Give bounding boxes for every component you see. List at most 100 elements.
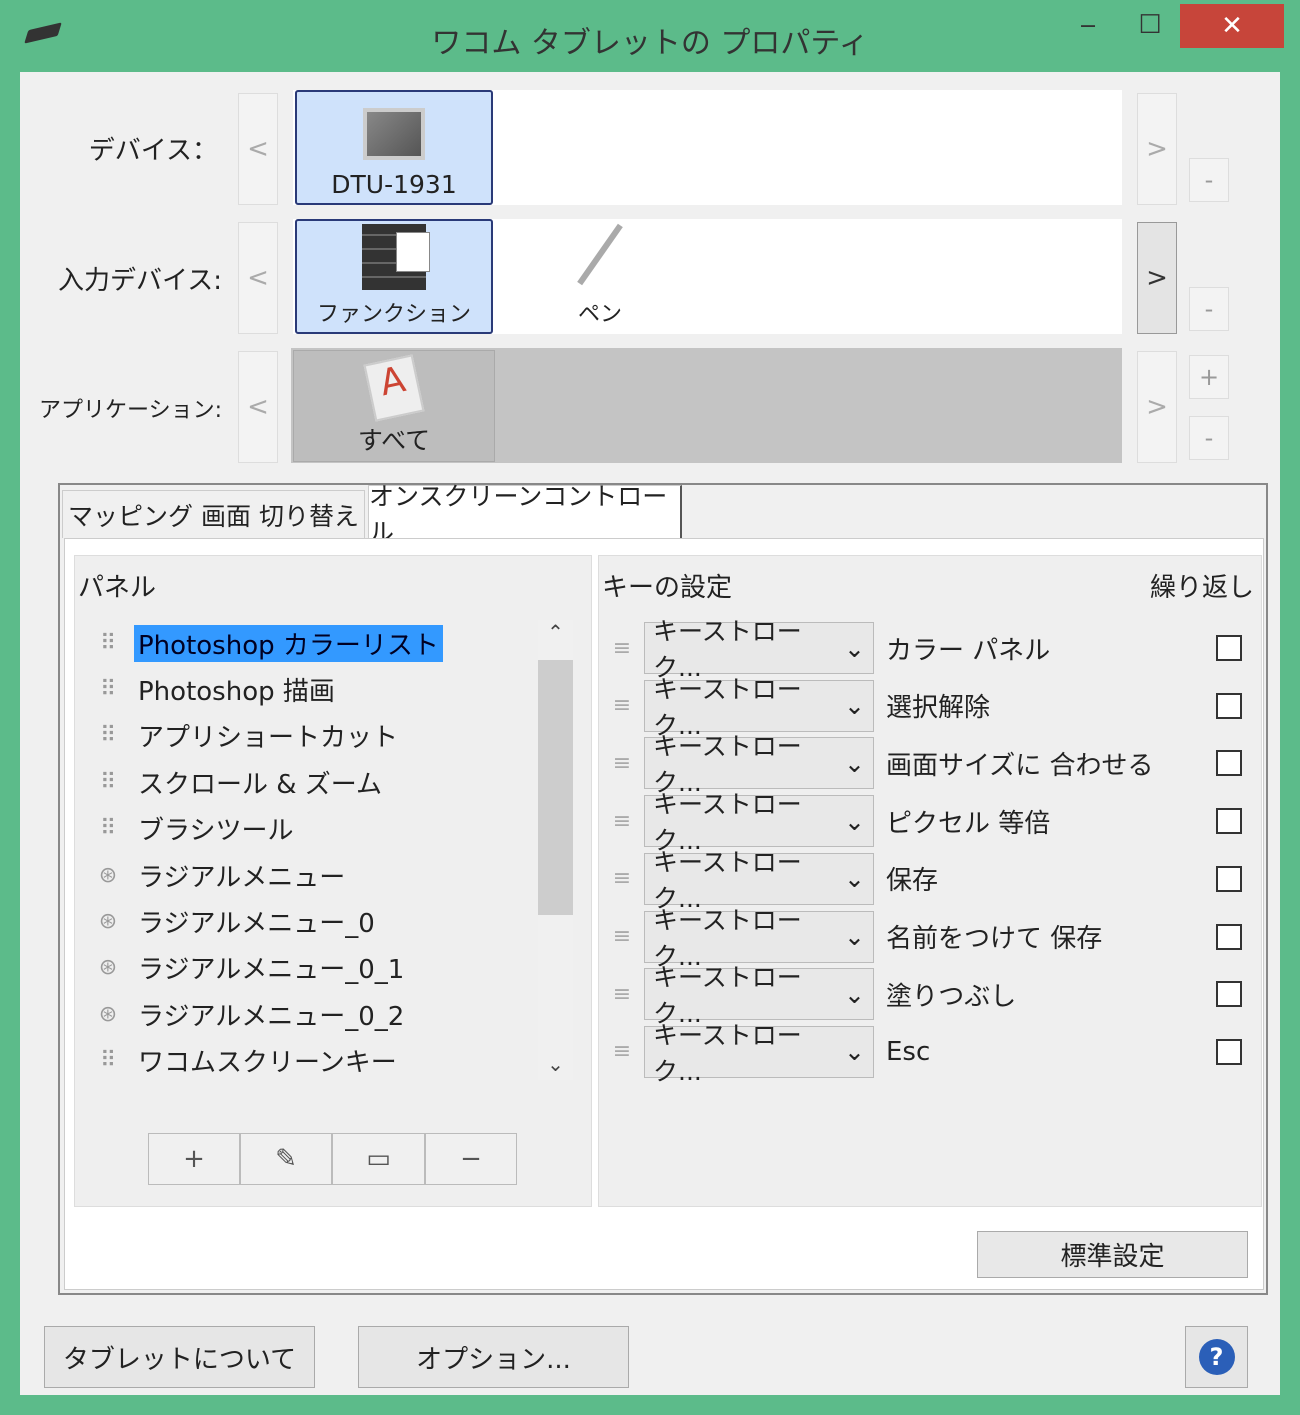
- panel-item-label: Photoshop 描画: [138, 676, 335, 707]
- device-name: DTU-1931: [331, 170, 457, 199]
- key-name: 選択解除: [886, 693, 991, 724]
- close-button[interactable]: ✕: [1180, 4, 1284, 48]
- device-prev-button[interactable]: <: [238, 93, 278, 205]
- app-add-button[interactable]: +: [1189, 355, 1229, 399]
- minimize-button[interactable]: ‒: [1068, 10, 1108, 40]
- repeat-checkbox[interactable]: [1216, 692, 1242, 719]
- repeat-checkbox[interactable]: [1216, 981, 1242, 1008]
- panel-list-item[interactable]: ⠿ アプリショートカット: [90, 716, 402, 756]
- key-name: ピクセル 等倍: [886, 808, 1051, 839]
- default-settings-button[interactable]: 標準設定: [977, 1231, 1248, 1278]
- panel-item-label: Photoshop カラーリスト: [134, 624, 443, 662]
- input-prev-button[interactable]: <: [238, 222, 278, 334]
- chevron-down-icon: ⌄: [844, 864, 865, 894]
- action-dropdown[interactable]: キーストローク... ⌄: [644, 963, 874, 1028]
- panel-list-item[interactable]: ⊛ ラジアルメニュー: [90, 855, 349, 895]
- device-item[interactable]: DTU-1931: [295, 90, 493, 205]
- chevron-down-icon: ⌄: [844, 979, 865, 1009]
- key-name: Esc: [886, 1036, 931, 1067]
- panel-item-label: スクロール & ズーム: [138, 769, 383, 800]
- repeat-checkbox[interactable]: [1216, 808, 1242, 835]
- grip-icon: ⠿: [99, 676, 117, 702]
- drag-handle-icon[interactable]: ≡: [600, 809, 644, 834]
- application-label: アプリケーション:: [39, 398, 222, 423]
- all-apps-label: すべて: [357, 426, 431, 455]
- drag-handle-icon[interactable]: ≡: [600, 982, 644, 1007]
- panel-list-item[interactable]: ⊛ ラジアルメニュー_0: [90, 901, 379, 941]
- duplicate-panel-button[interactable]: ▭: [332, 1133, 425, 1185]
- action-dropdown[interactable]: キーストローク... ⌄: [644, 906, 874, 971]
- repeat-checkbox[interactable]: [1216, 635, 1242, 661]
- panel-list-item[interactable]: ⠿ スクロール & ズーム: [90, 762, 386, 802]
- panel-list-item[interactable]: ⠿ Photoshop 描画: [90, 669, 339, 709]
- grip-icon: ⠿: [99, 630, 117, 656]
- device-next-button[interactable]: >: [1137, 93, 1177, 205]
- drag-handle-icon[interactable]: ≡: [600, 636, 644, 661]
- input-remove-button[interactable]: -: [1189, 287, 1229, 331]
- panel-list-item[interactable]: ⊛ ラジアルメニュー_0_1: [90, 948, 408, 988]
- input-item-pen[interactable]: ペン: [540, 219, 660, 334]
- repeat-header: 繰り返し: [1150, 573, 1255, 603]
- input-next-button[interactable]: >: [1137, 222, 1177, 334]
- panel-item-label: ラジアルメニュー_0_2: [138, 1001, 405, 1032]
- tab-onscreen-control[interactable]: オンスクリーンコントロール: [368, 482, 682, 547]
- action-dropdown[interactable]: キーストローク... ⌄: [644, 848, 874, 913]
- panel-list-item[interactable]: ⠿ Photoshop カラーリスト: [90, 623, 443, 663]
- panel-list-item[interactable]: ⊛ ラジアルメニュー_0_2: [90, 994, 408, 1034]
- panel-item-label: ワコムスクリーンキー: [138, 1048, 397, 1079]
- app-item-all[interactable]: A すべて: [293, 350, 495, 462]
- all-apps-icon: A: [363, 354, 425, 422]
- panel-list-item[interactable]: ⠿ ブラシツール: [90, 809, 297, 849]
- scroll-thumb[interactable]: [538, 660, 573, 915]
- device-remove-button[interactable]: -: [1189, 158, 1229, 202]
- repeat-checkbox[interactable]: [1216, 750, 1242, 777]
- repeat-checkbox[interactable]: [1216, 1038, 1242, 1065]
- action-dropdown[interactable]: キーストローク... ⌄: [644, 617, 874, 682]
- key-name: 塗りつぶし: [886, 981, 1017, 1012]
- pen-label: ペン: [577, 302, 622, 327]
- add-panel-button[interactable]: +: [148, 1133, 240, 1185]
- chevron-down-icon: ⌄: [844, 1037, 865, 1067]
- drag-handle-icon[interactable]: ≡: [600, 693, 644, 718]
- panel-scrollbar[interactable]: ⌃ ⌄: [538, 620, 573, 1080]
- help-button[interactable]: ?: [1185, 1326, 1248, 1388]
- app-prev-button[interactable]: <: [238, 351, 278, 463]
- remove-panel-button[interactable]: −: [425, 1133, 517, 1185]
- title-bar: ワコム タブレットの プロパティ ‒ ☐ ✕: [0, 0, 1300, 72]
- key-name: 名前をつけて 保存: [886, 924, 1103, 954]
- key-name: カラー パネル: [886, 635, 1051, 666]
- app-remove-button[interactable]: -: [1189, 416, 1229, 460]
- action-dropdown[interactable]: キーストローク... ⌄: [644, 675, 874, 740]
- options-button[interactable]: オプション...: [358, 1326, 629, 1388]
- repeat-checkbox[interactable]: [1216, 865, 1242, 892]
- action-dropdown[interactable]: キーストローク... ⌄: [644, 790, 874, 855]
- panel-item-label: ラジアルメニュー_0: [138, 908, 375, 939]
- app-next-button[interactable]: >: [1137, 351, 1177, 463]
- key-row: ≡ キーストローク... ⌄ 選択解除: [600, 675, 1250, 740]
- edit-panel-button[interactable]: ✎: [240, 1133, 332, 1185]
- grip-icon: ⠿: [99, 723, 117, 749]
- maximize-button[interactable]: ☐: [1130, 10, 1170, 40]
- radial-menu-icon: ⊛: [98, 955, 118, 981]
- scroll-down-icon[interactable]: ⌄: [538, 1052, 573, 1076]
- action-dropdown[interactable]: キーストローク... ⌄: [644, 732, 874, 797]
- drag-handle-icon[interactable]: ≡: [600, 1039, 644, 1064]
- key-settings-title: キーの設定: [602, 573, 733, 603]
- monitor-icon: [363, 108, 425, 160]
- key-row: ≡ キーストローク... ⌄ 保存: [600, 848, 1250, 913]
- scroll-up-icon[interactable]: ⌃: [538, 620, 573, 644]
- drag-handle-icon[interactable]: ≡: [600, 866, 644, 891]
- repeat-checkbox[interactable]: [1216, 923, 1242, 950]
- tab-mapping[interactable]: マッピング 画面 切り替え: [62, 490, 365, 538]
- drag-handle-icon[interactable]: ≡: [600, 751, 644, 776]
- radial-menu-icon: ⊛: [98, 908, 118, 934]
- chevron-down-icon: ⌄: [844, 633, 865, 663]
- action-dropdown[interactable]: キーストローク... ⌄: [644, 1021, 874, 1086]
- key-row: ≡ キーストローク... ⌄ カラー パネル: [600, 617, 1250, 682]
- input-item-function[interactable]: ファンクション: [295, 219, 493, 334]
- panel-list-item[interactable]: ⠿ ワコムスクリーンキー: [90, 1041, 401, 1081]
- panel-item-label: ラジアルメニュー: [138, 862, 346, 893]
- about-tablet-button[interactable]: タブレットについて: [44, 1326, 315, 1388]
- key-name: 保存: [886, 866, 939, 897]
- drag-handle-icon[interactable]: ≡: [600, 924, 644, 949]
